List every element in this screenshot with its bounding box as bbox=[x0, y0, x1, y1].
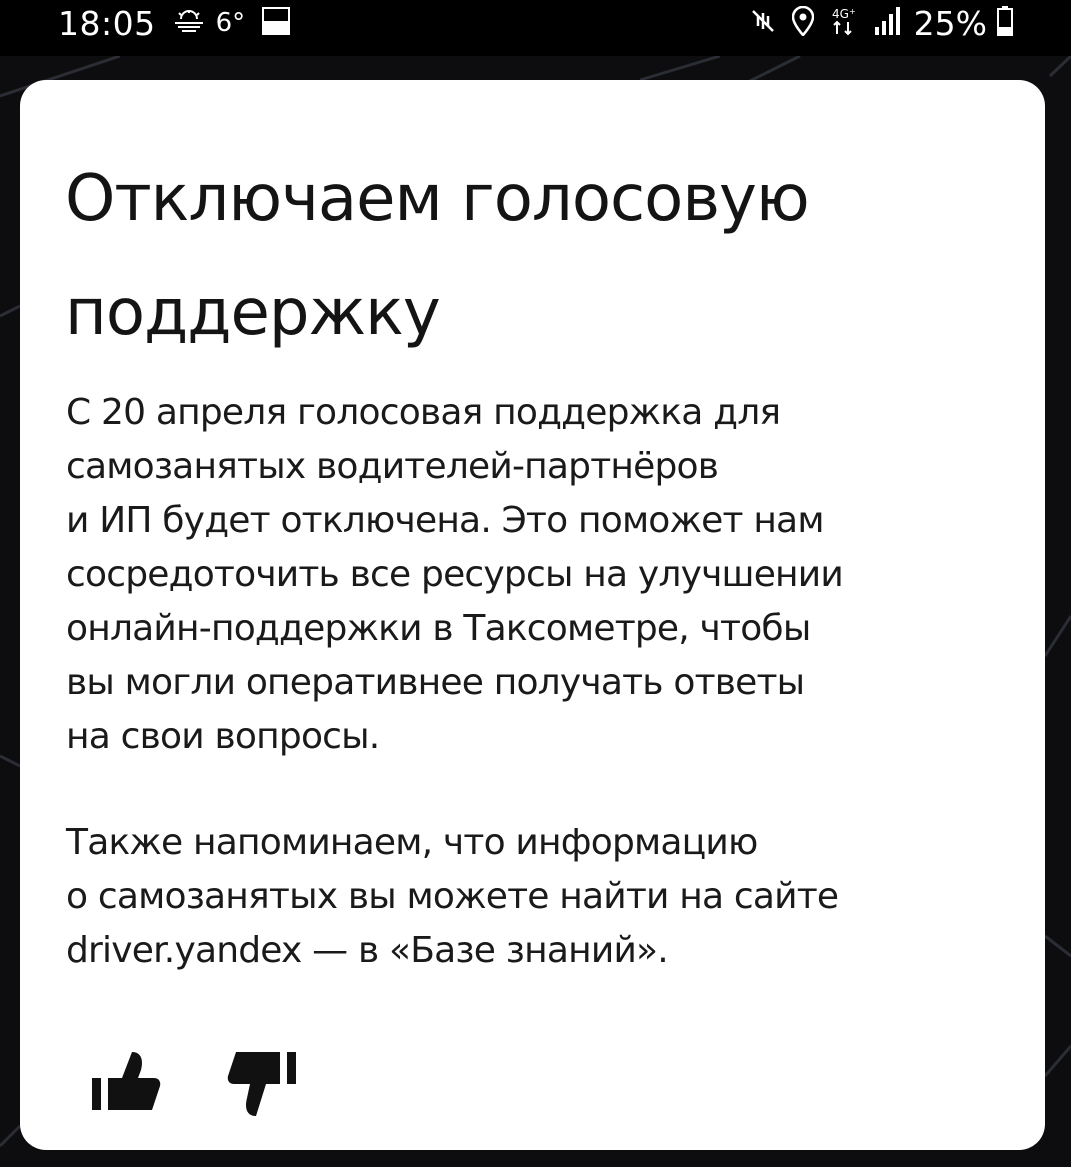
notification-card: Отключаем голосовую поддержку С 20 апрел… bbox=[20, 80, 1045, 1150]
svg-text:+: + bbox=[849, 7, 856, 16]
thumbs-down-icon bbox=[222, 1052, 300, 1123]
thumbs-up-icon bbox=[88, 1052, 166, 1123]
mute-vibrate-icon bbox=[750, 8, 776, 38]
signal-icon bbox=[874, 7, 900, 39]
notification-icon bbox=[261, 6, 291, 40]
card-title: Отключаем голосовую поддержку bbox=[65, 162, 810, 350]
battery-icon bbox=[997, 6, 1013, 40]
status-left-group: 18:05 6° bbox=[58, 0, 291, 46]
card-paragraph-1: С 20 апреля голосовая поддержка для само… bbox=[66, 392, 844, 757]
dislike-button[interactable] bbox=[222, 1048, 300, 1120]
status-temperature: 6° bbox=[215, 8, 246, 38]
location-icon bbox=[791, 5, 814, 40]
card-paragraph-2: Также напоминаем, что информацию о самоз… bbox=[66, 822, 839, 971]
weather-cloud-icon bbox=[172, 10, 206, 36]
status-right-group: 4G + 25% bbox=[734, 0, 1013, 46]
status-bar: 18:05 6° 4G + 25% bbox=[0, 0, 1071, 56]
svg-text:4G: 4G bbox=[832, 7, 849, 21]
battery-percentage: 25% bbox=[913, 3, 987, 43]
like-button[interactable] bbox=[88, 1048, 166, 1120]
status-time: 18:05 bbox=[58, 3, 156, 43]
network-4g-icon: 4G + bbox=[830, 6, 858, 40]
feedback-group bbox=[88, 1048, 300, 1120]
